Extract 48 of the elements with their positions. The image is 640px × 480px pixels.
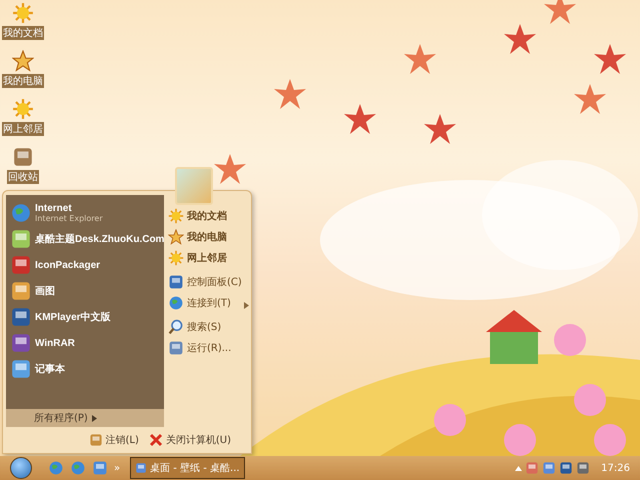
program-item[interactable]: IconPackager <box>8 253 162 277</box>
sun-icon <box>12 2 34 24</box>
globe-icon <box>48 460 64 476</box>
desktop-shortcut[interactable]: 我的文档 <box>2 2 44 40</box>
globe-icon <box>10 202 32 224</box>
desktop-shortcut[interactable]: 网上邻居 <box>2 98 44 136</box>
app-icon <box>92 460 108 476</box>
clock: 17:26 <box>601 462 630 474</box>
desktop-shortcut[interactable]: 我的电脑 <box>2 50 44 88</box>
chevron-up-icon[interactable] <box>515 466 522 470</box>
arrow-icon <box>244 302 249 308</box>
log-off-button[interactable]: 注销(L) <box>88 433 139 447</box>
place-item[interactable]: 连接到(T) <box>168 294 249 312</box>
tray-icon <box>542 461 556 475</box>
globe-icon <box>70 460 86 476</box>
place-item[interactable]: 我的电脑 <box>168 228 249 246</box>
house-drawing <box>486 310 542 364</box>
sun-icon <box>168 250 184 266</box>
program-item[interactable]: 画图 <box>8 279 162 303</box>
star-icon <box>168 229 184 245</box>
star-icon <box>12 50 34 72</box>
sun-icon <box>12 98 34 120</box>
program-item[interactable]: WinRAR <box>8 331 162 355</box>
cross-icon <box>148 433 163 447</box>
place-item[interactable]: 搜索(S) <box>168 318 249 336</box>
place-item[interactable]: 我的文档 <box>168 207 249 225</box>
user-picture <box>175 167 213 205</box>
tray-icon <box>559 461 574 475</box>
program-item[interactable]: 记事本 <box>8 357 162 381</box>
start-button[interactable] <box>10 457 32 479</box>
all-programs-button[interactable]: 所有程序(P) <box>6 409 164 427</box>
sun-icon <box>168 208 184 224</box>
task-button[interactable]: 桌面 - 壁纸 - 桌酷... <box>130 457 245 479</box>
place-item[interactable]: 运行(R)... <box>168 339 249 357</box>
tray-icon <box>525 461 540 475</box>
globe-icon <box>168 295 184 311</box>
app-icon <box>10 228 32 250</box>
arrow-icon <box>92 414 97 422</box>
desktop-shortcut[interactable]: 回收站 <box>7 146 39 184</box>
place-item[interactable]: 网上邻居 <box>168 249 249 267</box>
tray-icon <box>576 461 590 475</box>
shut-down-button[interactable]: 关闭计算机(U) <box>148 433 231 447</box>
place-item[interactable]: 控制面板(C) <box>168 273 249 291</box>
search-icon <box>168 319 184 335</box>
program-item[interactable]: KMPlayer中文版 <box>8 305 162 329</box>
program-item[interactable]: 桌酷主题Desk.ZhuoKu.Com <box>8 227 162 251</box>
program-item[interactable]: Internet Internet Explorer <box>8 201 162 225</box>
window-icon <box>135 462 148 474</box>
